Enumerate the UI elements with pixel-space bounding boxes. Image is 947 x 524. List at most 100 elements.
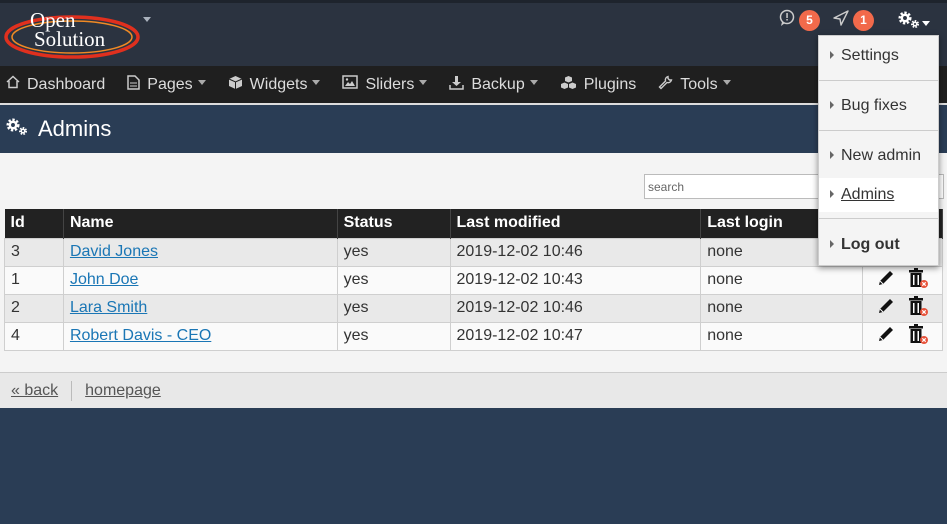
menu-item-admins[interactable]: Admins [819, 178, 938, 212]
column-header-name[interactable]: Name [63, 209, 338, 238]
nav-item-widgets[interactable]: Widgets [222, 66, 327, 103]
cell-actions [862, 293, 943, 323]
admin-name-link[interactable]: Lara Smith [70, 299, 147, 316]
nav-item-backup[interactable]: Backup [443, 66, 543, 103]
nav-label: Pages [147, 75, 193, 93]
cell-name: John Doe [62, 265, 338, 295]
menu-item-label: Bug fixes [841, 97, 907, 114]
chevron-down-icon [419, 80, 428, 85]
admin-name-link[interactable]: David Jones [70, 243, 158, 260]
cell-status: yes [336, 265, 451, 295]
nav-item-tools[interactable]: Tools [652, 66, 736, 103]
nav-item-sliders[interactable]: Sliders [336, 66, 433, 103]
cell-id: 1 [4, 265, 64, 295]
divider [71, 380, 73, 401]
nav-item-dashboard[interactable]: Dashboard [0, 66, 111, 103]
paper-plane-icon [832, 9, 850, 32]
table-row: 4 Robert Davis - CEO yes 2019-12-02 10:4… [4, 321, 943, 351]
admin-name-link[interactable]: Robert Davis - CEO [70, 327, 211, 344]
menu-item-log-out[interactable]: Log out [819, 228, 938, 262]
gears-icon [896, 8, 920, 35]
cell-id: 4 [4, 321, 64, 351]
nav-item-plugins[interactable]: Plugins [554, 66, 642, 103]
nav-label: Plugins [583, 75, 637, 93]
menu-item-new-admin[interactable]: New admin [819, 139, 938, 173]
cell-last-modified: 2019-12-02 10:46 [449, 237, 702, 267]
table-row: 2 Lara Smith yes 2019-12-02 10:46 none [4, 293, 943, 323]
footer-links: « back homepage [0, 372, 947, 408]
page-icon [127, 74, 147, 95]
home-icon [6, 75, 27, 94]
alerts-count-badge: 1 [853, 9, 874, 31]
cell-id: 3 [4, 237, 64, 267]
nav-label: Backup [471, 75, 525, 93]
cell-status: yes [336, 293, 451, 323]
chevron-down-icon [722, 80, 731, 85]
cell-actions [862, 265, 943, 295]
menu-item-settings[interactable]: Settings [819, 39, 938, 73]
nav-label: Tools [680, 75, 718, 93]
menu-divider [819, 80, 938, 81]
nav-label: Widgets [249, 75, 308, 93]
image-icon [342, 75, 365, 94]
edit-pencil-icon[interactable] [876, 268, 896, 293]
cell-last-login: none [700, 321, 864, 351]
table-row: 3 David Jones yes 2019-12-02 10:46 none [4, 237, 943, 267]
main-nav: Dashboard Pages Widgets Sliders Backup P… [0, 66, 947, 103]
cube-icon [228, 75, 250, 95]
main-content: Id Name Status Last modified Last login … [0, 153, 947, 372]
edit-pencil-icon[interactable] [876, 296, 896, 321]
admins-table: Id Name Status Last modified Last login … [4, 209, 943, 351]
delete-trash-icon[interactable] [907, 267, 929, 294]
column-header-last-modified[interactable]: Last modified [450, 209, 702, 238]
top-bar: Open Solution 5 1 [0, 0, 947, 66]
cell-status: yes [336, 237, 451, 267]
brand-dropdown-caret[interactable] [143, 17, 151, 22]
menu-item-label: Settings [841, 47, 899, 64]
cell-actions [862, 321, 943, 351]
chevron-down-icon [922, 20, 930, 26]
comment-icon [778, 9, 796, 32]
cubes-icon [560, 75, 584, 95]
back-link[interactable]: « back [11, 382, 58, 400]
cell-last-modified: 2019-12-02 10:46 [449, 293, 702, 323]
homepage-link[interactable]: homepage [85, 382, 161, 400]
chevron-down-icon [312, 80, 321, 85]
nav-item-pages[interactable]: Pages [121, 66, 211, 103]
cell-last-modified: 2019-12-02 10:43 [449, 265, 702, 295]
menu-divider [819, 130, 938, 131]
nav-label: Dashboard [27, 75, 106, 93]
menu-item-label: Log out [841, 236, 900, 253]
menu-item-bug-fixes[interactable]: Bug fixes [819, 89, 938, 123]
messages-notification[interactable]: 5 [778, 9, 820, 31]
settings-dropdown-menu: Settings Bug fixes New admin Admins Log … [818, 35, 939, 266]
menu-item-label: Admins [841, 186, 895, 203]
page-header: Admins [0, 103, 947, 153]
delete-trash-icon[interactable] [907, 323, 929, 350]
chevron-down-icon [197, 80, 206, 85]
brand-line2: Solution [34, 27, 106, 51]
cell-last-modified: 2019-12-02 10:47 [449, 321, 702, 351]
cell-id: 2 [4, 293, 64, 323]
cell-name: David Jones [62, 237, 338, 267]
messages-count-badge: 5 [799, 9, 820, 31]
cell-status: yes [336, 321, 451, 351]
page-title: Admins [38, 116, 112, 141]
cell-last-login: none [700, 265, 864, 295]
wrench-icon [658, 75, 680, 95]
admin-name-link[interactable]: John Doe [70, 271, 139, 288]
gears-icon [4, 116, 30, 143]
column-header-status[interactable]: Status [337, 209, 451, 238]
cell-name: Lara Smith [62, 293, 338, 323]
chevron-down-icon [529, 80, 538, 85]
table-row: 1 John Doe yes 2019-12-02 10:43 none [4, 265, 943, 295]
menu-item-label: New admin [841, 147, 922, 164]
column-header-id[interactable]: Id [4, 209, 64, 238]
alerts-notification[interactable]: 1 [832, 9, 874, 31]
delete-trash-icon[interactable] [907, 295, 929, 322]
table-header-row: Id Name Status Last modified Last login [4, 209, 943, 238]
cell-last-login: none [700, 293, 864, 323]
edit-pencil-icon[interactable] [876, 324, 896, 349]
brand-logo[interactable]: Open Solution [4, 6, 144, 62]
settings-menu-button[interactable] [896, 9, 930, 33]
